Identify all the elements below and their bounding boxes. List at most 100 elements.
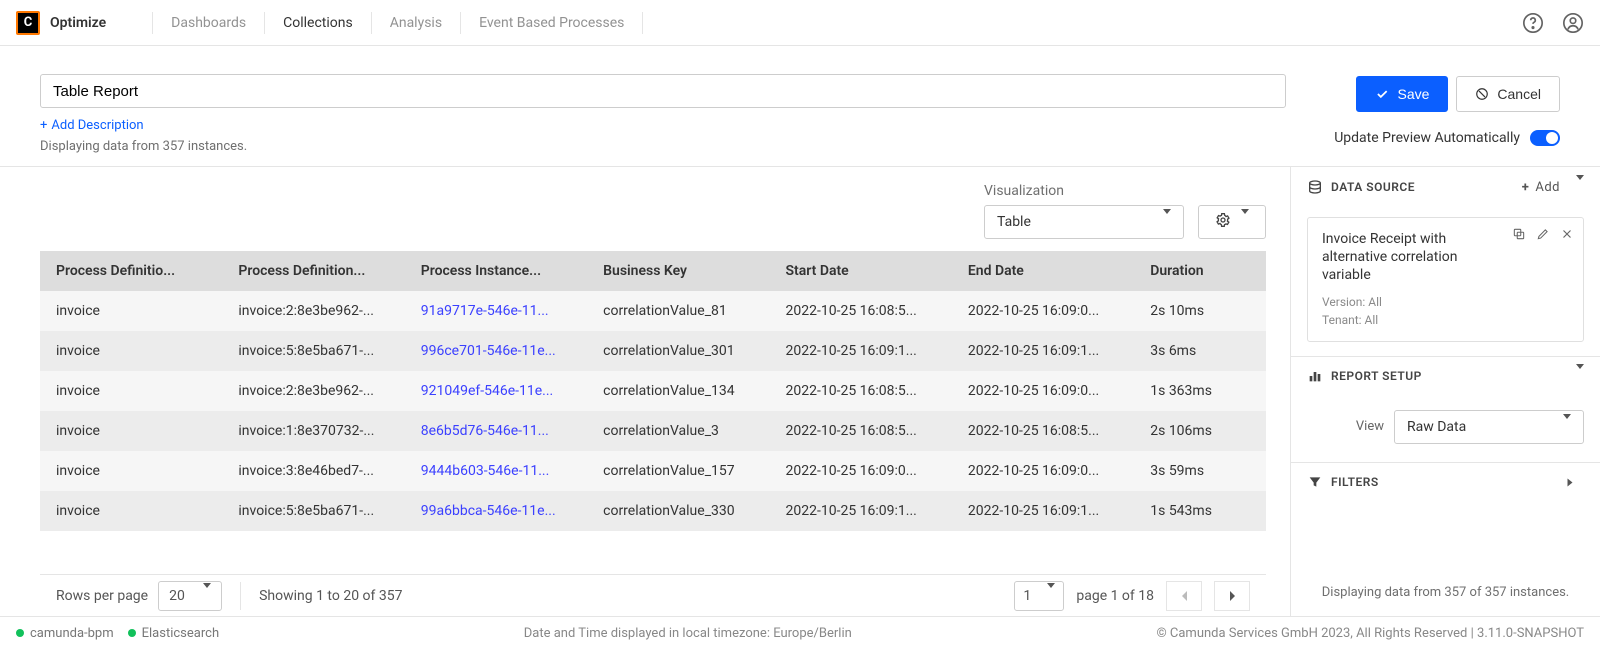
brand-name: Optimize [50, 15, 106, 31]
nav-ebp[interactable]: Event Based Processes [479, 15, 624, 31]
cell-end-date: 2022-10-25 16:09:0... [952, 451, 1134, 491]
cell-start-date: 2022-10-25 16:08:5... [770, 371, 952, 411]
edit-icon[interactable] [1535, 226, 1551, 242]
cancel-button[interactable]: Cancel [1456, 76, 1560, 112]
report-setup-header[interactable]: Report Setup [1291, 356, 1600, 396]
cell-business-key: correlationValue_301 [587, 331, 769, 371]
cell-start-date: 2022-10-25 16:09:0... [770, 451, 952, 491]
nav-separator [371, 12, 372, 34]
engine-status: camunda-bpm [30, 626, 114, 641]
gear-icon [1215, 212, 1231, 232]
add-description-label: Add Description [51, 118, 143, 133]
cell-instance-link[interactable]: 9444b603-546e-11... [405, 451, 587, 491]
col-start-date[interactable]: Start Date [770, 251, 952, 291]
data-source-title: Data Source [1331, 180, 1415, 194]
pager-separator [240, 582, 241, 610]
cell-proc-id: invoice:1:8e370732-... [222, 411, 404, 451]
cell-business-key: correlationValue_3 [587, 411, 769, 451]
report-name-input[interactable] [40, 74, 1286, 108]
cell-instance-link[interactable]: 99a6bbca-546e-11e... [405, 491, 587, 531]
cell-end-date: 2022-10-25 16:09:1... [952, 491, 1134, 531]
chevron-down-icon [1241, 214, 1249, 230]
config-panel: Data Source + Add Invoice Receipt with a… [1290, 167, 1600, 616]
cell-end-date: 2022-10-25 16:09:0... [952, 371, 1134, 411]
table-row: invoiceinvoice:5:8e5ba671-...996ce701-54… [40, 331, 1266, 371]
chevron-down-icon [1163, 214, 1171, 230]
cell-proc-key: invoice [40, 291, 222, 331]
col-duration[interactable]: Duration [1134, 251, 1266, 291]
nav-separator [460, 12, 461, 34]
cell-proc-key: invoice [40, 451, 222, 491]
topbar: C Optimize Dashboards Collections Analys… [0, 0, 1600, 46]
page-prev-button[interactable] [1166, 581, 1202, 611]
cell-duration: 3s 59ms [1134, 451, 1266, 491]
nav-analysis[interactable]: Analysis [390, 15, 442, 31]
instance-count-text: Displaying data from 357 instances. [40, 139, 1286, 154]
cell-proc-id: invoice:2:8e3be962-... [222, 371, 404, 411]
filters-title: Filters [1331, 475, 1379, 489]
cell-instance-link[interactable]: 8e6b5d76-546e-11... [405, 411, 587, 451]
copy-icon[interactable] [1511, 226, 1527, 242]
view-select[interactable]: Raw Data [1394, 410, 1584, 444]
cell-business-key: correlationValue_157 [587, 451, 769, 491]
col-process-def-key[interactable]: Process Definitio... [40, 251, 222, 291]
view-value: Raw Data [1407, 419, 1466, 435]
cell-instance-link[interactable]: 996ce701-546e-11e... [405, 331, 587, 371]
save-button[interactable]: Save [1356, 76, 1448, 112]
add-data-source-label[interactable]: Add [1535, 180, 1560, 195]
col-process-inst-id[interactable]: Process Instance... [405, 251, 587, 291]
auto-preview-toggle[interactable] [1530, 130, 1560, 146]
chevron-down-icon [1047, 588, 1055, 604]
showing-text: Showing 1 to 20 of 357 [259, 588, 402, 604]
nav-separator [642, 12, 643, 34]
side-footer-text: Displaying data from 357 of 357 instance… [1291, 569, 1600, 616]
cancel-label: Cancel [1497, 86, 1541, 102]
visualization-select[interactable]: Table [984, 205, 1184, 239]
cell-instance-link[interactable]: 921049ef-546e-11e... [405, 371, 587, 411]
col-end-date[interactable]: End Date [952, 251, 1134, 291]
data-source-header[interactable]: Data Source + Add [1291, 167, 1600, 207]
cell-business-key: correlationValue_330 [587, 491, 769, 531]
nav-dashboards[interactable]: Dashboards [171, 15, 246, 31]
status-dot-icon [16, 629, 24, 637]
chevron-right-icon [1573, 478, 1588, 486]
rows-per-page-label: Rows per page [56, 588, 148, 604]
help-icon[interactable] [1522, 12, 1544, 34]
cell-business-key: correlationValue_81 [587, 291, 769, 331]
cell-proc-key: invoice [40, 411, 222, 451]
rows-per-page-select[interactable]: 20 [158, 581, 222, 611]
nav-collections[interactable]: Collections [283, 15, 353, 31]
visualization-settings-button[interactable] [1198, 205, 1266, 239]
page-value: 1 [1023, 588, 1031, 604]
table-header: Process Definitio... Process Definition.… [40, 251, 1266, 291]
user-icon[interactable] [1562, 12, 1584, 34]
col-business-key[interactable]: Business Key [587, 251, 769, 291]
cell-proc-id: invoice:5:8e5ba671-... [222, 491, 404, 531]
table-row: invoiceinvoice:1:8e370732-...8e6b5d76-54… [40, 411, 1266, 451]
close-icon[interactable] [1559, 226, 1575, 242]
report-edit-header: + Add Description Displaying data from 3… [0, 46, 1600, 167]
cell-proc-id: invoice:3:8e46bed7-... [222, 451, 404, 491]
cell-duration: 3s 6ms [1134, 331, 1266, 371]
page-of-text: page 1 of 18 [1076, 588, 1154, 604]
page-next-button[interactable] [1214, 581, 1250, 611]
cell-end-date: 2022-10-25 16:09:0... [952, 291, 1134, 331]
auto-preview-label: Update Preview Automatically [1334, 130, 1520, 146]
cell-proc-key: invoice [40, 331, 222, 371]
cell-duration: 1s 543ms [1134, 491, 1266, 531]
visualization-label: Visualization [984, 183, 1064, 199]
table-row: invoiceinvoice:2:8e3be962-...91a9717e-54… [40, 291, 1266, 331]
cell-start-date: 2022-10-25 16:09:1... [770, 491, 952, 531]
page-select[interactable]: 1 [1014, 581, 1064, 611]
cell-proc-key: invoice [40, 371, 222, 411]
cell-instance-link[interactable]: 91a9717e-546e-11... [405, 291, 587, 331]
data-source-tenant: Tenant: All [1322, 311, 1569, 329]
table-row: invoiceinvoice:2:8e3be962-...921049ef-54… [40, 371, 1266, 411]
add-description-link[interactable]: + Add Description [40, 118, 144, 133]
bar-chart-icon [1307, 368, 1323, 384]
chevron-down-icon [203, 588, 211, 604]
filters-header[interactable]: Filters [1291, 462, 1600, 502]
col-process-def-id[interactable]: Process Definition... [222, 251, 404, 291]
chevron-down-icon [1576, 180, 1584, 195]
nav-separator [152, 12, 153, 34]
